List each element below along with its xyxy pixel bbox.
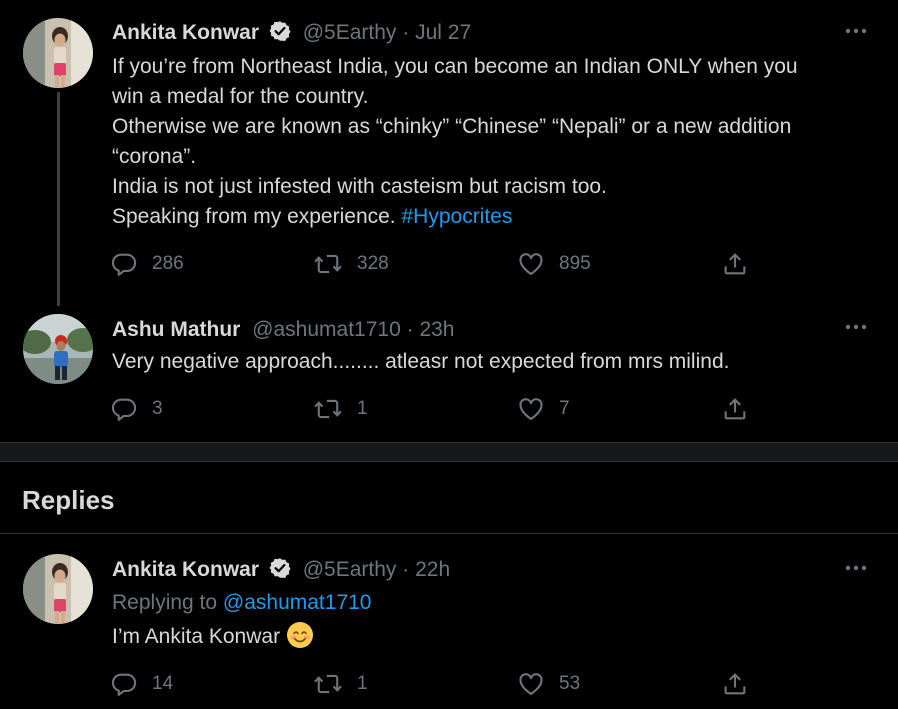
share-icon — [721, 395, 749, 423]
more-icon[interactable] — [844, 26, 868, 36]
smiling-face-icon — [286, 621, 314, 658]
share-button[interactable] — [721, 249, 749, 279]
heart-icon — [517, 670, 545, 698]
reply-count: 14 — [152, 673, 174, 694]
separator: · — [406, 318, 414, 341]
thread-line — [57, 92, 60, 306]
like-count: 895 — [559, 253, 591, 274]
retweet-icon — [313, 670, 343, 698]
like-button[interactable]: 895 — [517, 249, 591, 279]
like-button[interactable]: 7 — [517, 394, 570, 424]
avatar[interactable] — [23, 18, 93, 88]
more-icon[interactable] — [844, 322, 868, 332]
retweet-icon — [313, 395, 343, 423]
tweet-line: win a medal for the country. — [112, 85, 369, 108]
avatar[interactable] — [23, 554, 93, 624]
share-button[interactable] — [721, 669, 749, 699]
verified-badge-icon — [269, 557, 291, 586]
replying-to-label: Replying to — [112, 591, 218, 614]
tweet-line: India is not just infested with casteism… — [112, 175, 607, 198]
tweet-header: Ashu Mathur @ashumat1710 · 23h — [112, 317, 455, 343]
retweet-count: 1 — [357, 673, 368, 694]
action-bar: 14 1 53 — [110, 669, 760, 699]
tweet-reply[interactable]: Ankita Konwar @5Earthy · 22h Replying to… — [0, 534, 898, 709]
hashtag-link[interactable]: #Hypocrites — [401, 205, 512, 228]
heart-icon — [517, 250, 545, 278]
tweet-text: Very negative approach........ atleasr n… — [112, 347, 872, 377]
tweet-line: Very negative approach........ atleasr n… — [112, 350, 730, 373]
verified-badge-icon — [269, 20, 291, 49]
reply-button[interactable]: 14 — [110, 669, 173, 699]
tweet-main[interactable]: Ankita Konwar @5Earthy · Jul 27 If you’r… — [0, 0, 898, 306]
display-name[interactable]: Ashu Mathur — [112, 318, 240, 341]
section-gap — [0, 443, 898, 461]
action-bar: 286 328 895 — [110, 249, 760, 279]
retweet-button[interactable]: 1 — [313, 394, 368, 424]
reply-icon — [110, 250, 138, 278]
retweet-icon — [313, 250, 343, 278]
mention-link[interactable]: @ashumat1710 — [223, 591, 372, 614]
tweet-text: If you’re from Northeast India, you can … — [112, 52, 872, 232]
tweet-text: Replying to @ashumat1710 I’m Ankita Konw… — [112, 588, 872, 658]
username[interactable]: @ashumat1710 — [252, 318, 401, 341]
reply-button[interactable]: 286 — [110, 249, 184, 279]
reply-count: 286 — [152, 253, 184, 274]
timestamp[interactable]: Jul 27 — [415, 21, 471, 44]
tweet-header: Ankita Konwar @5Earthy · 22h — [112, 557, 450, 586]
tweet-line: I’m Ankita Konwar — [112, 621, 872, 658]
like-count: 7 — [559, 398, 570, 419]
heart-icon — [517, 395, 545, 423]
tweet-header: Ankita Konwar @5Earthy · Jul 27 — [112, 20, 471, 49]
tweet-line: Otherwise we are known as “chinky” “Chin… — [112, 115, 792, 138]
tweet-line-text: I’m Ankita Konwar — [112, 625, 281, 648]
tweet-line: If you’re from Northeast India, you can … — [112, 55, 798, 78]
like-button[interactable]: 53 — [517, 669, 580, 699]
timestamp[interactable]: 22h — [415, 558, 450, 581]
tweet-line-last: Speaking from my experience. #Hypocrites — [112, 202, 872, 232]
retweet-count: 328 — [357, 253, 389, 274]
divider — [0, 461, 898, 462]
separator: · — [402, 21, 410, 44]
tweet-line-text: Speaking from my experience. — [112, 205, 396, 228]
username[interactable]: @5Earthy — [303, 21, 397, 44]
share-button[interactable] — [721, 394, 749, 424]
display-name[interactable]: Ankita Konwar — [112, 558, 259, 581]
retweet-button[interactable]: 328 — [313, 249, 389, 279]
timestamp[interactable]: 23h — [419, 318, 454, 341]
tweet-reply-parent[interactable]: Ashu Mathur @ashumat1710 · 23h Very nega… — [0, 300, 898, 442]
display-name[interactable]: Ankita Konwar — [112, 21, 259, 44]
tweet-line: “corona”. — [112, 145, 197, 168]
share-icon — [721, 250, 749, 278]
username[interactable]: @5Earthy — [303, 558, 397, 581]
reply-icon — [110, 670, 138, 698]
like-count: 53 — [559, 673, 581, 694]
replies-heading: Replies — [22, 485, 115, 515]
action-bar: 3 1 7 — [110, 394, 760, 424]
replying-to-line: Replying to @ashumat1710 — [112, 588, 872, 618]
retweet-button[interactable]: 1 — [313, 669, 368, 699]
separator: · — [402, 558, 410, 581]
more-icon[interactable] — [844, 563, 868, 573]
reply-button[interactable]: 3 — [110, 394, 163, 424]
share-icon — [721, 670, 749, 698]
retweet-count: 1 — [357, 398, 368, 419]
reply-count: 3 — [152, 398, 163, 419]
avatar[interactable] — [23, 314, 93, 384]
reply-icon — [110, 395, 138, 423]
